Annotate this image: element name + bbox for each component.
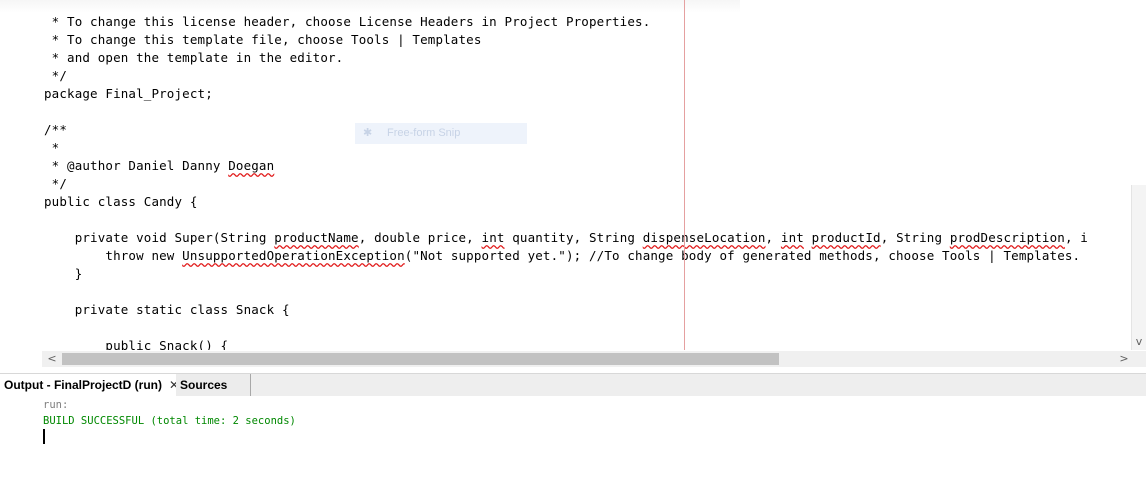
code-text: * To change this license header, choose …	[44, 14, 651, 29]
misspelled-token: productName	[274, 230, 359, 245]
code-text: /**	[44, 122, 68, 137]
code-line: private void Super(String productName, d…	[44, 229, 1088, 247]
scissors-icon: ✱	[363, 127, 373, 139]
scroll-left-arrow[interactable]: <	[44, 351, 60, 367]
code-text: quantity, String	[504, 230, 643, 245]
code-line: */	[44, 175, 67, 193]
output-console[interactable]: run: BUILD SUCCESSFUL (total time: 2 sec…	[0, 396, 1146, 491]
misspelled-token: dispenseLocation	[642, 230, 766, 245]
code-line: */	[44, 67, 67, 85]
code-text: */	[44, 68, 68, 83]
code-text: ("Not supported yet."); //To change body…	[404, 248, 1081, 263]
misspelled-token: Doegan	[228, 158, 275, 173]
tab-sources-label: Sources	[180, 378, 228, 392]
code-text: ,	[765, 230, 781, 245]
code-text: * and open the template in the editor.	[44, 50, 344, 65]
misspelled-token: int	[780, 230, 804, 245]
misspelled-token: UnsupportedOperationException	[182, 248, 405, 263]
code-text: throw new	[44, 248, 183, 263]
tab-output[interactable]: Output - FinalProjectD (run) ✕	[0, 374, 185, 396]
snip-tool-ghost: ✱ Free-form Snip	[355, 123, 527, 144]
code-line: * and open the template in the editor.	[44, 49, 344, 67]
horizontal-scroll-thumb[interactable]	[62, 353, 779, 365]
code-line: package Final_Project;	[44, 85, 213, 103]
code-line: }	[44, 265, 83, 283]
vertical-scrollbar-track[interactable]	[1131, 185, 1146, 350]
code-line: public Snack() {	[44, 337, 228, 350]
code-text: , i	[1064, 230, 1088, 245]
console-build-message: BUILD SUCCESSFUL (total time: 2 seconds)	[43, 415, 296, 427]
code-text: package Final_Project;	[44, 86, 213, 101]
code-line: public class Candy {	[44, 193, 198, 211]
output-tab-bar: Output - FinalProjectD (run) ✕ Sources	[0, 373, 1146, 397]
code-text: private void Super(String	[44, 230, 275, 245]
misspelled-token: prodDescription	[949, 230, 1065, 245]
code-editor[interactable]: * To change this license header, choose …	[0, 0, 1146, 350]
right-margin-guide	[684, 0, 685, 350]
code-text: private static class Snack {	[44, 302, 290, 317]
snip-label: Free-form Snip	[387, 127, 461, 139]
code-text: * @author Daniel Danny	[44, 158, 229, 173]
misspelled-token: int	[481, 230, 505, 245]
code-text: }	[44, 266, 83, 281]
scroll-down-arrow[interactable]: v	[1132, 334, 1146, 350]
code-text: *	[44, 140, 60, 155]
code-line: * @author Daniel Danny Doegan	[44, 157, 274, 175]
code-line: throw new UnsupportedOperationException(…	[44, 247, 1080, 265]
code-text: * To change this template file, choose T…	[44, 32, 482, 47]
tab-sources[interactable]: Sources	[176, 374, 251, 396]
tab-output-label: Output - FinalProjectD (run)	[4, 378, 162, 392]
code-text: */	[44, 176, 68, 191]
code-line: *	[44, 139, 60, 157]
horizontal-scrollbar[interactable]: < >	[42, 351, 1146, 367]
scroll-right-arrow[interactable]: >	[1116, 351, 1132, 367]
misspelled-token: productId	[811, 230, 881, 245]
code-line: private static class Snack {	[44, 301, 290, 319]
code-text: , double price,	[358, 230, 482, 245]
code-line: * To change this template file, choose T…	[44, 31, 482, 49]
console-run-line: run:	[43, 399, 69, 411]
code-line: * To change this license header, choose …	[44, 13, 651, 31]
code-text: , String	[880, 230, 950, 245]
code-text: public Snack() {	[44, 338, 229, 350]
code-line: /**	[44, 121, 67, 139]
code-text: public class Candy {	[44, 194, 198, 209]
editor-top-fade	[0, 0, 740, 13]
text-caret	[43, 429, 45, 444]
